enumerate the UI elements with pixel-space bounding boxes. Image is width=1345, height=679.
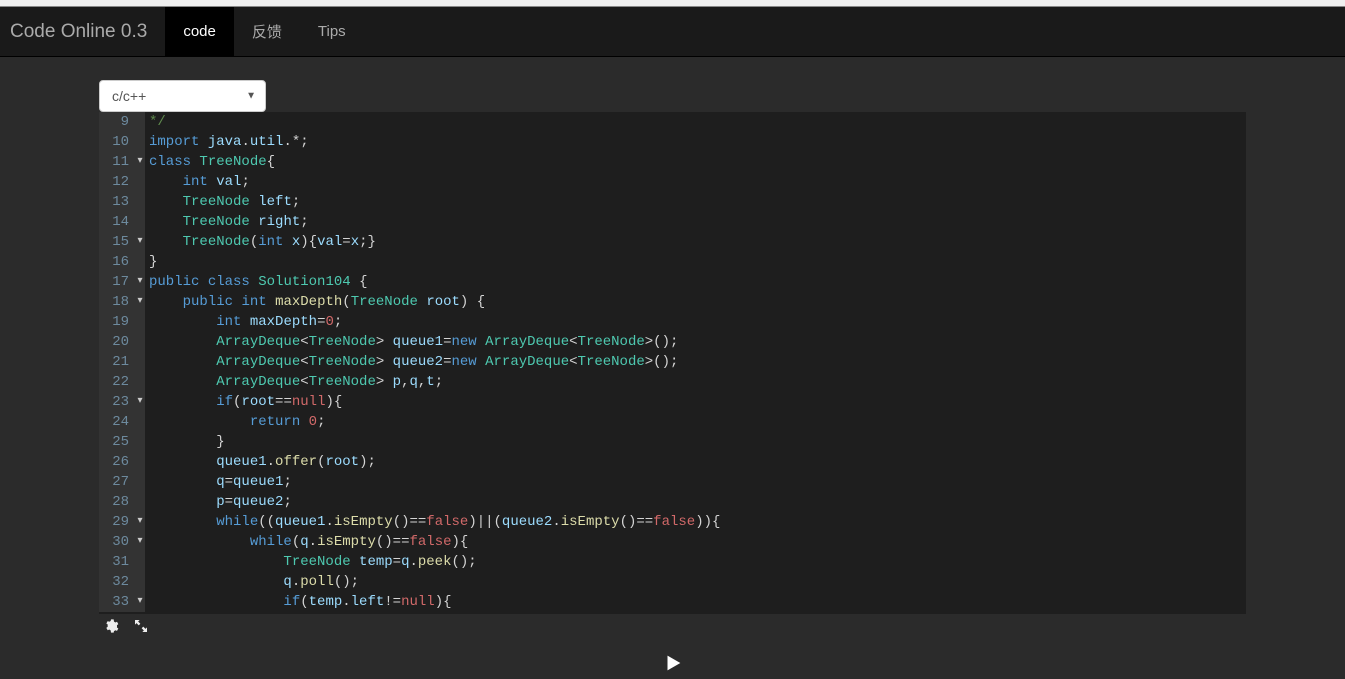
fold-marker: [135, 572, 145, 592]
line-number: 33: [99, 592, 129, 612]
code-line[interactable]: TreeNode left;: [149, 192, 1246, 212]
line-number: 31: [99, 552, 129, 572]
fold-marker[interactable]: ▾: [135, 512, 145, 532]
code-line[interactable]: if(root==null){: [149, 392, 1246, 412]
brand-title: Code Online 0.3: [0, 21, 165, 43]
line-number: 15: [99, 232, 129, 252]
fold-marker: [135, 112, 145, 132]
line-number: 22: [99, 372, 129, 392]
code-line[interactable]: p=queue2;: [149, 492, 1246, 512]
line-number: 19: [99, 312, 129, 332]
fold-marker[interactable]: ▾: [135, 532, 145, 552]
line-number: 13: [99, 192, 129, 212]
code-line[interactable]: while((queue1.isEmpty()==false)||(queue2…: [149, 512, 1246, 532]
language-select[interactable]: c/c++: [99, 80, 266, 112]
fullscreen-icon[interactable]: [133, 618, 149, 634]
main-area: c/c++ 9101112131415161718192021222324252…: [0, 57, 1345, 679]
fold-marker[interactable]: ▾: [135, 232, 145, 252]
line-number: 24: [99, 412, 129, 432]
line-number: 18: [99, 292, 129, 312]
code-line[interactable]: ArrayDeque<TreeNode> p,q,t;: [149, 372, 1246, 392]
code-line[interactable]: q=queue1;: [149, 472, 1246, 492]
code-line[interactable]: TreeNode right;: [149, 212, 1246, 232]
code-text-area[interactable]: */import java.util.*;class TreeNode{ int…: [145, 112, 1246, 612]
tab-feedback[interactable]: 反馈: [234, 7, 300, 57]
code-line[interactable]: queue1.offer(root);: [149, 452, 1246, 472]
fold-marker: [135, 372, 145, 392]
fold-marker: [135, 492, 145, 512]
fold-marker: [135, 332, 145, 352]
code-line[interactable]: }: [149, 252, 1246, 272]
line-number: 32: [99, 572, 129, 592]
line-number: 25: [99, 432, 129, 452]
fold-marker: [135, 252, 145, 272]
code-line[interactable]: TreeNode temp=q.peek();: [149, 552, 1246, 572]
code-line[interactable]: import java.util.*;: [149, 132, 1246, 152]
line-number: 27: [99, 472, 129, 492]
tab-code[interactable]: code: [165, 7, 234, 57]
line-number: 12: [99, 172, 129, 192]
code-line[interactable]: TreeNode(int x){val=x;}: [149, 232, 1246, 252]
fold-marker: [135, 192, 145, 212]
gear-icon[interactable]: [103, 618, 119, 634]
line-number: 9: [99, 112, 129, 132]
fold-marker: [135, 412, 145, 432]
fold-marker: [135, 132, 145, 152]
navbar: Code Online 0.3 code 反馈 Tips: [0, 7, 1345, 57]
fold-marker[interactable]: ▾: [135, 392, 145, 412]
fold-marker[interactable]: ▾: [135, 592, 145, 612]
fold-marker[interactable]: ▾: [135, 272, 145, 292]
fold-marker[interactable]: ▾: [135, 152, 145, 172]
line-number: 17: [99, 272, 129, 292]
line-number: 30: [99, 532, 129, 552]
line-number: 21: [99, 352, 129, 372]
code-line[interactable]: ArrayDeque<TreeNode> queue2=new ArrayDeq…: [149, 352, 1246, 372]
line-number: 10: [99, 132, 129, 152]
fold-marker: [135, 212, 145, 232]
line-number-gutter: 9101112131415161718192021222324252627282…: [99, 112, 135, 612]
fold-column[interactable]: ▾▾▾▾▾▾▾▾: [135, 112, 145, 612]
code-line[interactable]: int val;: [149, 172, 1246, 192]
code-line[interactable]: }: [149, 432, 1246, 452]
fold-marker: [135, 552, 145, 572]
code-line[interactable]: int maxDepth=0;: [149, 312, 1246, 332]
code-editor[interactable]: 9101112131415161718192021222324252627282…: [99, 112, 1246, 614]
fold-marker: [135, 472, 145, 492]
code-line[interactable]: q.poll();: [149, 572, 1246, 592]
line-number: 20: [99, 332, 129, 352]
line-number: 23: [99, 392, 129, 412]
code-line[interactable]: public int maxDepth(TreeNode root) {: [149, 292, 1246, 312]
line-number: 26: [99, 452, 129, 472]
tab-tips[interactable]: Tips: [300, 7, 364, 57]
code-line[interactable]: */: [149, 112, 1246, 132]
language-select-wrap[interactable]: c/c++: [99, 80, 266, 112]
code-line[interactable]: return 0;: [149, 412, 1246, 432]
line-number: 16: [99, 252, 129, 272]
code-line[interactable]: if(temp.left!=null){: [149, 592, 1246, 612]
line-number: 11: [99, 152, 129, 172]
code-line[interactable]: public class Solution104 {: [149, 272, 1246, 292]
line-number: 29: [99, 512, 129, 532]
fold-marker: [135, 452, 145, 472]
code-line[interactable]: class TreeNode{: [149, 152, 1246, 172]
run-bar: [99, 634, 1246, 679]
fold-marker: [135, 312, 145, 332]
editor-toolbar: [99, 614, 1246, 634]
code-line[interactable]: ArrayDeque<TreeNode> queue1=new ArrayDeq…: [149, 332, 1246, 352]
play-icon[interactable]: [662, 652, 684, 679]
line-number: 28: [99, 492, 129, 512]
fold-marker: [135, 172, 145, 192]
fold-marker[interactable]: ▾: [135, 292, 145, 312]
fold-marker: [135, 352, 145, 372]
code-line[interactable]: while(q.isEmpty()==false){: [149, 532, 1246, 552]
fold-marker: [135, 432, 145, 452]
line-number: 14: [99, 212, 129, 232]
